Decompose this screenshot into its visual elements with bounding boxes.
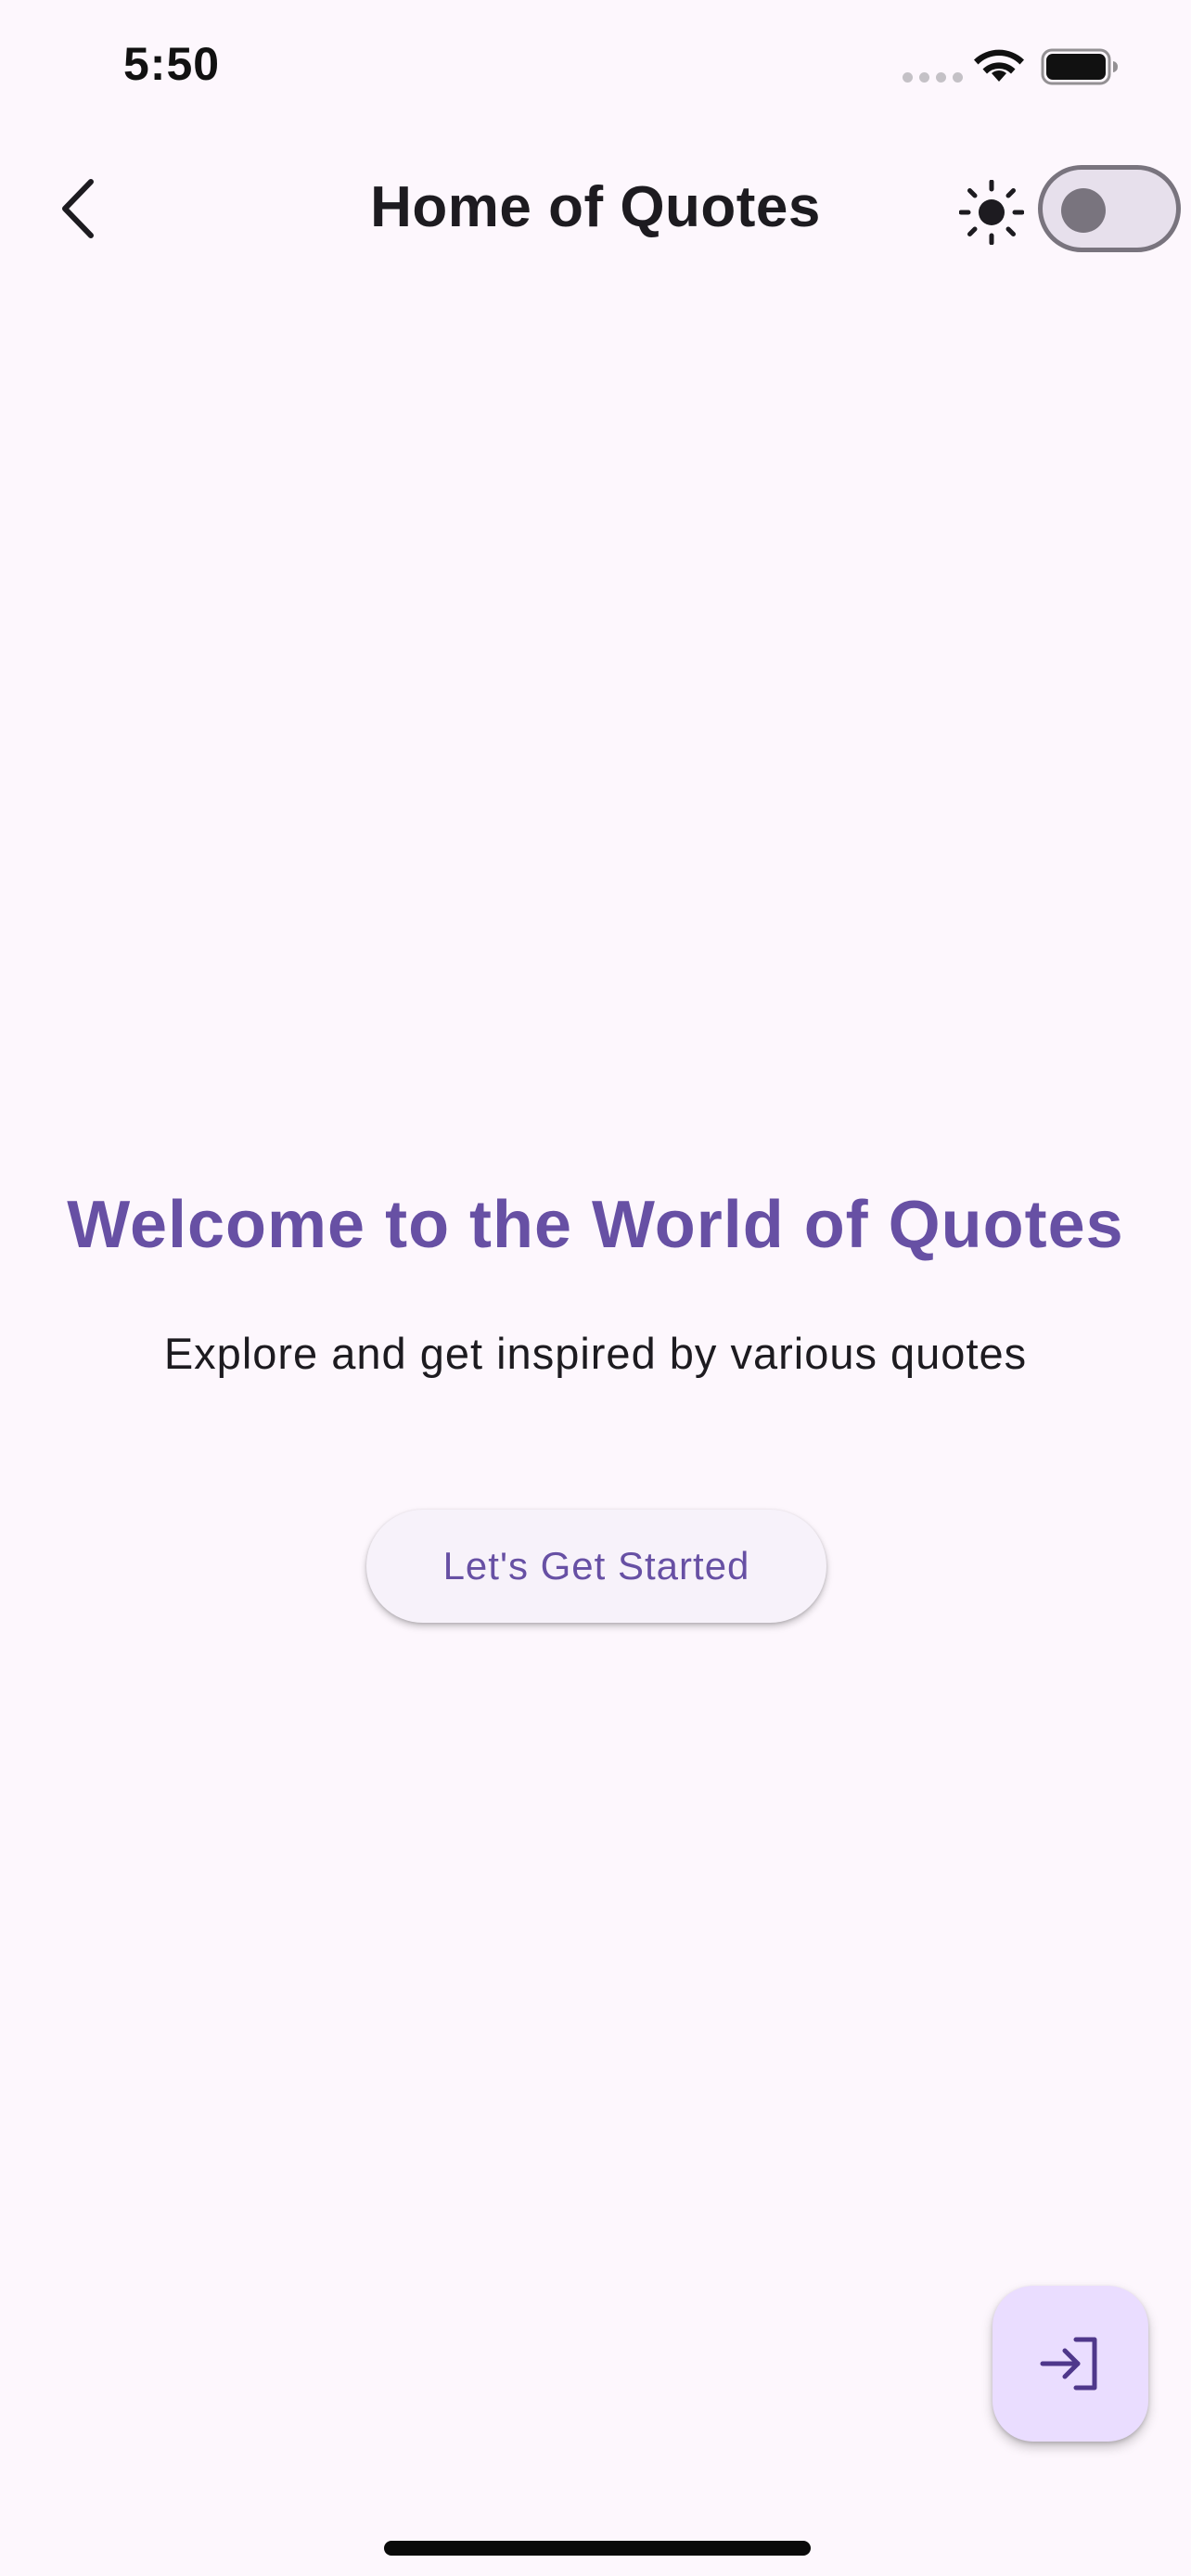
app-bar: Home of Quotes	[0, 139, 1191, 278]
wifi-icon	[974, 49, 1024, 82]
battery-icon	[1041, 48, 1118, 85]
sun-icon	[959, 180, 1024, 245]
toggle-thumb	[1061, 188, 1106, 233]
welcome-title: Welcome to the World of Quotes	[67, 1188, 1124, 1262]
login-icon	[1040, 2337, 1097, 2391]
login-fab[interactable]	[992, 2286, 1148, 2442]
status-bar: 5:50	[0, 0, 1191, 139]
home-indicator[interactable]	[384, 2541, 811, 2556]
status-time: 5:50	[123, 38, 221, 90]
welcome-subtitle: Explore and get inspired by various quot…	[163, 1329, 1028, 1378]
get-started-button[interactable]: Let's Get Started	[366, 1510, 826, 1623]
cellular-signal-icon	[903, 72, 963, 83]
theme-toggle-switch[interactable]	[1038, 165, 1181, 252]
